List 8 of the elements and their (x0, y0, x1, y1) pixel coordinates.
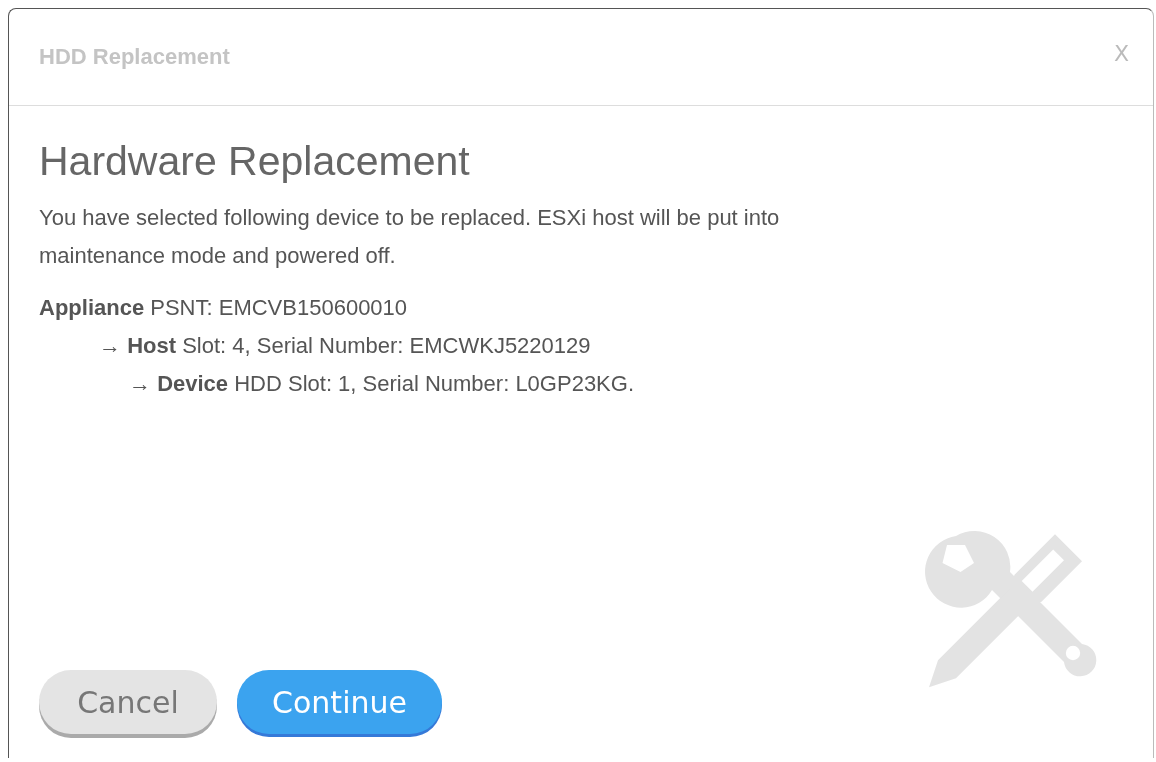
message-text: You have selected following device to be replaced. ESXi host will be put into maintenance mode and powered off. (39, 204, 781, 270)
device-tree-line: Appliance PSNT: EMCVB150600010 (39, 294, 409, 322)
heading: Hardware Replacement (39, 138, 471, 185)
close-button[interactable]: X (1113, 40, 1129, 66)
dialog-title: HDD Replacement (39, 44, 230, 70)
continue-button[interactable]: Continue (237, 670, 442, 734)
device-tree-line: → Host Slot: 4, Serial Number: EMCWKJ5220129 (98, 332, 592, 360)
device-tree-line: → Device HDD Slot: 1, Serial Number: L0GP23KG. (128, 370, 635, 398)
